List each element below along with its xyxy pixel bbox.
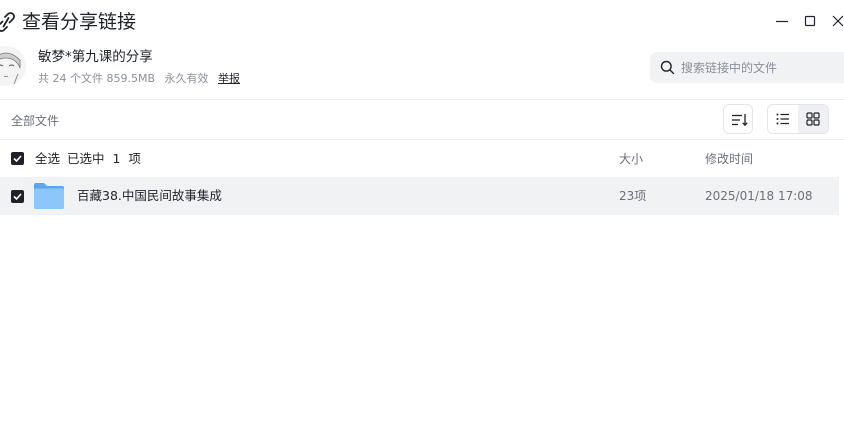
table-row[interactable]: 百藏38.中国民间故事集成 23项 2025/01/18 17:08 — [0, 177, 839, 215]
report-link[interactable]: 举报 — [218, 72, 240, 85]
search-box[interactable] — [650, 52, 844, 83]
share-owner-name: 敏梦*第九课的分享 — [38, 49, 153, 65]
file-name[interactable]: 百藏38.中国民间故事集成 — [77, 187, 222, 205]
grid-view-button[interactable] — [798, 105, 828, 133]
select-all-label[interactable]: 全选 — [35, 150, 60, 168]
row-checkbox[interactable] — [11, 190, 24, 203]
select-all-checkbox[interactable] — [11, 152, 24, 165]
toolbar-divider — [0, 139, 844, 140]
maximize-icon — [804, 15, 816, 27]
share-meta: 共 24 个文件 859.5MB 永久有效 举报 — [38, 71, 246, 87]
file-modified-time: 2025/01/18 17:08 — [705, 189, 813, 203]
maximize-button[interactable] — [801, 12, 819, 30]
minimize-icon — [776, 20, 788, 23]
view-toggle — [767, 104, 829, 134]
close-button[interactable] — [829, 12, 844, 30]
breadcrumb[interactable]: 全部文件 — [11, 112, 59, 130]
column-header-modified[interactable]: 修改时间 — [705, 150, 753, 168]
share-link-window: 查看分享链接 敏梦*第九课的分享 共 24 个文件 859.5MB 永久有效 举… — [0, 0, 844, 435]
search-input[interactable] — [681, 52, 841, 83]
share-validity: 永久有效 — [164, 72, 209, 85]
folder-icon — [33, 182, 65, 210]
share-file-count: 共 24 个文件 859.5MB — [38, 72, 156, 85]
close-icon — [832, 15, 844, 27]
grid-view-icon — [806, 112, 820, 126]
list-view-button[interactable] — [768, 105, 798, 133]
list-view-icon — [776, 113, 789, 125]
file-size: 23项 — [619, 189, 647, 203]
window-title: 查看分享链接 — [22, 11, 137, 33]
link-icon — [0, 10, 16, 34]
sort-button[interactable] — [723, 104, 753, 134]
title-bar: 查看分享链接 — [0, 0, 844, 44]
checkmark-icon — [13, 155, 22, 163]
column-header-size[interactable]: 大小 — [619, 150, 643, 168]
header-divider — [0, 99, 844, 100]
sort-icon — [732, 114, 748, 127]
selected-count: 已选中 1 项 — [67, 151, 141, 166]
minimize-button[interactable] — [773, 12, 791, 30]
avatar — [0, 46, 26, 86]
search-icon — [660, 60, 675, 75]
checkmark-icon — [13, 193, 22, 201]
